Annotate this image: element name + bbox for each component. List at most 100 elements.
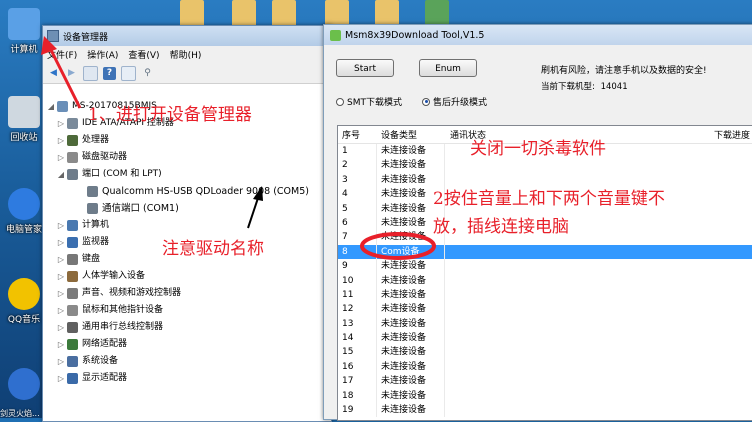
column-divider xyxy=(376,144,377,159)
folder-icon[interactable] xyxy=(232,0,256,28)
table-row[interactable]: 14 未连接设备 xyxy=(338,331,752,346)
annotation-driver-note: 注意驱动名称 xyxy=(162,239,264,259)
tree-expander-icon[interactable]: ▷ xyxy=(57,302,65,319)
table-row[interactable]: 8 Com设备 xyxy=(338,244,752,260)
tree-expander-icon[interactable]: ▷ xyxy=(57,370,65,387)
column-divider xyxy=(376,316,377,332)
table-row[interactable]: 2 未连接设备 xyxy=(338,158,752,173)
row-number: 9 xyxy=(342,261,348,272)
tree-item[interactable]: ▷ 显示适配器 xyxy=(43,370,331,387)
tree-item[interactable]: ▷ 鼠标和其他指针设备 xyxy=(43,302,331,319)
desktop-icon[interactable]: 回收站 xyxy=(2,96,46,143)
aftersale-mode-radio-dot[interactable] xyxy=(422,97,430,106)
table-row[interactable]: 12 未连接设备 xyxy=(338,302,752,317)
column-divider xyxy=(376,331,377,346)
smt-mode-label: SMT下载模式 xyxy=(347,98,402,108)
desktop-icon[interactable] xyxy=(2,368,46,402)
table-row[interactable]: 9 未连接设备 xyxy=(338,259,752,274)
device-manager-titlebar[interactable]: 设备管理器 xyxy=(43,26,331,46)
desktop-icon[interactable]: QQ音乐 xyxy=(2,278,46,325)
tree-item[interactable]: ▷ 人体学输入设备 xyxy=(43,268,331,285)
forward-arrow-icon[interactable]: ▶ xyxy=(65,67,78,80)
table-row[interactable]: 19 未连接设备 xyxy=(338,403,752,418)
table-row[interactable]: 18 未连接设备 xyxy=(338,388,752,404)
smt-mode-radio-dot[interactable] xyxy=(336,97,344,106)
tree-item[interactable]: ▷ 声音、视频和游戏控制器 xyxy=(43,285,331,302)
row-device-type: 未连接设备 xyxy=(381,361,427,372)
tree-expander-icon[interactable]: ▷ xyxy=(57,234,65,251)
computer-icon[interactable] xyxy=(8,8,40,40)
smt-mode-radio[interactable]: SMT下载模式 xyxy=(336,95,402,108)
tree-item[interactable]: Qualcomm HS-USB QDLoader 9008 (COM5) xyxy=(43,183,331,200)
sogou-icon[interactable] xyxy=(8,368,40,400)
device-list-table[interactable]: 序号 设备类型 通讯状态 下载进度 1 未连接设备 2 未连接设备 3 未连接设备 4 未连接… xyxy=(337,125,752,421)
properties-icon[interactable] xyxy=(83,65,98,81)
table-row[interactable]: 15 未连接设备 xyxy=(338,345,752,360)
tree-expander-icon[interactable]: ▷ xyxy=(57,251,65,268)
tree-expander-icon[interactable]: ▷ xyxy=(57,217,65,234)
tree-expander-icon[interactable]: ▷ xyxy=(57,268,65,285)
scan-hardware-icon[interactable]: ⚲ xyxy=(141,67,154,80)
tree-expander-icon[interactable]: ▷ xyxy=(57,132,65,149)
column-header-type[interactable]: 设备类型 xyxy=(381,128,417,141)
table-row[interactable]: 11 未连接设备 xyxy=(338,287,752,303)
tree-expander-icon[interactable]: ◢ xyxy=(57,166,65,183)
desktop-icon[interactable]: 计算机 xyxy=(2,8,46,55)
desktop-icon-label: 回收站 xyxy=(10,133,38,143)
tree-expander-icon[interactable]: ▷ xyxy=(57,319,65,336)
aftersale-mode-label: 售后升级模式 xyxy=(433,98,488,108)
tree-expander-icon[interactable]: ◢ xyxy=(47,98,55,115)
tree-item[interactable]: ◢ 端口 (COM 和 LPT) xyxy=(43,166,331,183)
tree-expander-icon[interactable]: ▷ xyxy=(57,353,65,370)
column-header-progress[interactable]: 下载进度 xyxy=(714,128,750,141)
row-device-type: 未连接设备 xyxy=(381,304,427,315)
tree-item-label: 监视器 xyxy=(82,237,110,247)
tree-item[interactable]: ▷ 计算机 xyxy=(43,217,331,234)
table-row[interactable]: 13 未连接设备 xyxy=(338,316,752,332)
start-button[interactable]: Start xyxy=(336,59,394,77)
column-divider xyxy=(376,244,377,260)
view-icon[interactable] xyxy=(121,65,136,81)
row-number: 1 xyxy=(342,146,348,156)
desktop-icon[interactable]: 电脑管家 xyxy=(2,188,46,235)
tree-expander-icon[interactable]: ▷ xyxy=(57,336,65,353)
row-number: 18 xyxy=(342,390,354,401)
column-header-num[interactable]: 序号 xyxy=(342,128,360,141)
help-icon[interactable]: ? xyxy=(103,66,116,80)
column-divider xyxy=(444,158,445,173)
qq-music-icon[interactable] xyxy=(8,278,40,310)
computer-node-icon xyxy=(67,220,78,231)
table-row[interactable]: 16 未连接设备 xyxy=(338,359,752,375)
tree-expander-icon[interactable]: ▷ xyxy=(57,149,65,166)
row-number: 11 xyxy=(342,289,354,300)
device-manager-window[interactable]: 设备管理器 文件(F) 操作(A) 查看(V) 帮助(H) ◀ ▶ ? ⚲ ◢ M… xyxy=(42,25,332,422)
table-row[interactable]: 10 未连接设备 xyxy=(338,273,752,288)
table-row[interactable]: 17 未连接设备 xyxy=(338,374,752,389)
tree-item[interactable]: ▷ 网络适配器 xyxy=(43,336,331,353)
recycle-bin-icon[interactable] xyxy=(8,96,40,128)
menu-file[interactable]: 文件(F) xyxy=(47,48,77,61)
tree-item[interactable]: ▷ 系统设备 xyxy=(43,353,331,370)
menu-view[interactable]: 查看(V) xyxy=(128,48,159,61)
tree-item[interactable]: ▷ 处理器 xyxy=(43,132,331,149)
download-tool-title: Msm8x39Download Tool,V1.5 xyxy=(345,29,485,41)
tree-expander-icon[interactable]: ▷ xyxy=(57,115,65,132)
pc-manager-shield-icon[interactable] xyxy=(8,188,40,220)
tree-item[interactable]: 通信端口 (COM1) xyxy=(43,200,331,217)
column-divider xyxy=(444,388,445,404)
column-divider xyxy=(376,403,377,418)
download-tool-titlebar[interactable]: Msm8x39Download Tool,V1.5 xyxy=(324,25,752,45)
column-divider xyxy=(376,273,377,288)
folder-icon[interactable] xyxy=(272,0,296,28)
menu-action[interactable]: 操作(A) xyxy=(87,48,118,61)
aftersale-mode-radio[interactable]: 售后升级模式 xyxy=(422,95,487,108)
enum-button[interactable]: Enum xyxy=(419,59,477,77)
tree-item-label: 鼠标和其他指针设备 xyxy=(82,305,164,315)
tree-item[interactable]: ▷ 磁盘驱动器 xyxy=(43,149,331,166)
menu-help[interactable]: 帮助(H) xyxy=(170,48,202,61)
tree-expander-icon[interactable]: ▷ xyxy=(57,285,65,302)
folder-icon[interactable] xyxy=(180,0,204,28)
ide-controller-icon xyxy=(67,118,78,129)
tree-item[interactable]: ▷ 通用串行总线控制器 xyxy=(43,319,331,336)
back-arrow-icon[interactable]: ◀ xyxy=(47,67,60,80)
